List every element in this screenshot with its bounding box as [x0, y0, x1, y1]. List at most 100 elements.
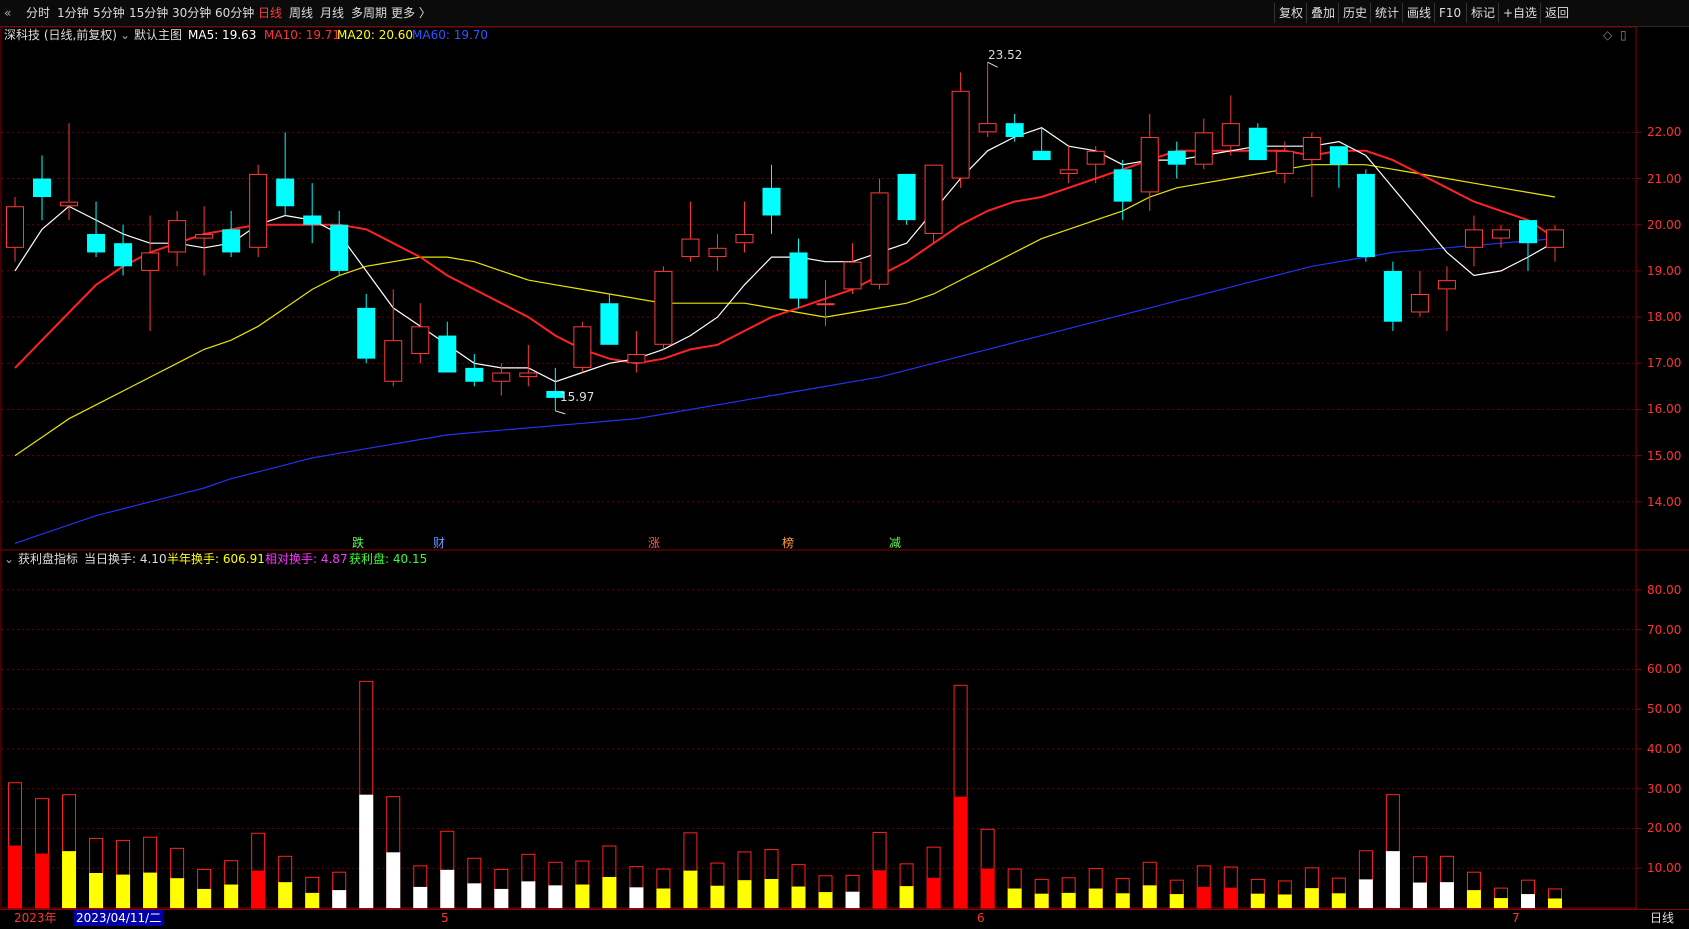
- profit-bar-fill: [683, 870, 698, 908]
- candle-body-down: [789, 252, 808, 299]
- event-label-rise[interactable]: 涨: [648, 535, 660, 551]
- period-tab-60min[interactable]: 60分钟: [215, 4, 254, 22]
- profit-bar-fill: [1358, 879, 1373, 908]
- profit-bar-outline: [251, 832, 266, 909]
- profit-bar-outline: [1250, 878, 1265, 909]
- price-tick: 19.00: [1647, 263, 1682, 278]
- candle-body-up: [60, 201, 79, 207]
- candle-body-up: [627, 354, 646, 364]
- profit-bar-fill: [1034, 893, 1049, 908]
- profit-bar-fill: [818, 892, 833, 908]
- draw-line-button[interactable]: 画线: [1402, 3, 1435, 23]
- candle-body-down: [465, 367, 484, 382]
- profit-bar-outline: [62, 794, 77, 909]
- indicator-tick: 20.00: [1647, 821, 1682, 836]
- candle-body-up: [1302, 136, 1321, 161]
- profit-bar-fill: [521, 881, 536, 908]
- candle-body-down: [1113, 169, 1132, 202]
- indicator-tick: 10.00: [1647, 861, 1682, 876]
- diamond-icon[interactable]: ◇: [1603, 27, 1612, 43]
- candle-body-down: [276, 178, 295, 207]
- price-tick: 21.00: [1647, 171, 1682, 186]
- profit-bar-fill: [1412, 882, 1427, 908]
- profit-bar-fill: [1250, 893, 1265, 908]
- profit-bar-outline: [440, 830, 455, 909]
- price-tick: 17.00: [1647, 356, 1682, 371]
- candle-body-down: [1383, 270, 1402, 322]
- indicator-title: 获利盘指标: [18, 552, 79, 566]
- event-label-list[interactable]: 榜: [782, 535, 794, 551]
- profit-bar-outline: [1548, 888, 1562, 909]
- profit-bar-outline: [1331, 877, 1346, 909]
- profit-bar-outline: [872, 831, 887, 909]
- candle-body-up: [951, 90, 970, 179]
- profit-bar-fill: [980, 868, 995, 908]
- candle-body-down: [1032, 150, 1051, 161]
- ma60-line: [14, 238, 1556, 544]
- candle-body-down: [1329, 146, 1348, 165]
- period-toolbar: « 分时 1分钟 5分钟 15分钟 30分钟 60分钟 日线 周线 月线 多周期…: [0, 0, 1689, 27]
- statistics-button[interactable]: 统计: [1370, 3, 1403, 23]
- circle-chevron-down-icon[interactable]: ⌄: [120, 27, 130, 43]
- candle-body-down: [87, 233, 106, 253]
- candle-body-down: [762, 187, 781, 216]
- period-tab-fenshi[interactable]: 分时: [26, 4, 50, 22]
- add-watchlist-button[interactable]: +自选: [1498, 3, 1541, 23]
- price-tick: 20.00: [1647, 217, 1682, 232]
- candle-body-up: [1491, 229, 1510, 239]
- candle-body-up: [843, 261, 862, 290]
- candle-body-up: [1464, 229, 1483, 248]
- period-tab-1min[interactable]: 1分钟: [57, 4, 89, 22]
- profit-bar-outline: [737, 851, 752, 909]
- double-chevron-left-icon[interactable]: «: [4, 4, 11, 22]
- profit-bar-fill: [926, 877, 941, 908]
- ma10-stat: MA10: 19.71: [264, 28, 341, 42]
- f10-button[interactable]: F10: [1434, 3, 1465, 23]
- profit-bar-outline: [1034, 878, 1049, 909]
- theme-label[interactable]: 默认主图: [134, 27, 182, 43]
- window-icon[interactable]: ▯: [1620, 27, 1627, 43]
- event-label-fall[interactable]: 跌: [352, 535, 364, 551]
- period-tab-5min[interactable]: 5分钟: [93, 4, 125, 22]
- profit-bar-outline: [1169, 879, 1184, 909]
- profit-bar-fill: [440, 869, 455, 908]
- candle-body-down: [600, 303, 619, 345]
- candle-body-up: [519, 372, 538, 378]
- profit-bars: [8, 680, 1562, 909]
- profit-bar-fill: [872, 870, 887, 908]
- candle-body-down: [1356, 173, 1375, 258]
- period-tab-15min[interactable]: 15分钟: [129, 4, 168, 22]
- profit-bar-outline: [413, 865, 428, 909]
- candle-body-up: [1437, 280, 1456, 290]
- event-label-reduce[interactable]: 减: [889, 535, 901, 551]
- kline-chart[interactable]: [0, 0, 1689, 928]
- period-tab-weekly[interactable]: 周线: [289, 4, 313, 22]
- ma5-stat: MA5: 19.63: [188, 28, 257, 42]
- candle-body-up: [1275, 150, 1294, 174]
- back-button[interactable]: 返回: [1540, 3, 1573, 23]
- period-tab-bottom[interactable]: 日线: [1650, 910, 1674, 926]
- profit-bar-fill: [35, 853, 50, 908]
- mark-button[interactable]: 标记: [1466, 3, 1499, 23]
- profit-bar-outline: [89, 837, 104, 909]
- period-tab-30min[interactable]: 30分钟: [172, 4, 211, 22]
- period-tab-daily[interactable]: 日线: [258, 4, 282, 22]
- profit-bar-fill: [1277, 894, 1292, 908]
- profit-bar-fill: [1088, 888, 1103, 908]
- price-tick: 16.00: [1647, 402, 1682, 417]
- event-label-finance[interactable]: 财: [433, 535, 445, 551]
- period-tab-monthly[interactable]: 月线: [320, 4, 344, 22]
- profit-bar-fill: [548, 885, 563, 908]
- overlay-button[interactable]: 叠加: [1306, 3, 1339, 23]
- more-periods-button[interactable]: 更多 〉: [391, 4, 431, 22]
- profit-bar-outline: [602, 845, 617, 909]
- history-button[interactable]: 历史: [1338, 3, 1371, 23]
- ma20-stat: MA20: 20.60: [337, 28, 414, 42]
- period-tab-multi[interactable]: 多周期: [351, 4, 387, 22]
- profit-bar-fill: [89, 873, 104, 908]
- profit-bar-outline: [332, 871, 347, 909]
- adjust-button[interactable]: 复权: [1274, 3, 1307, 23]
- profit-bar-outline: [764, 849, 779, 909]
- profit-bar-outline: [197, 868, 212, 909]
- circle-chevron-down-icon[interactable]: ⌄: [4, 551, 14, 567]
